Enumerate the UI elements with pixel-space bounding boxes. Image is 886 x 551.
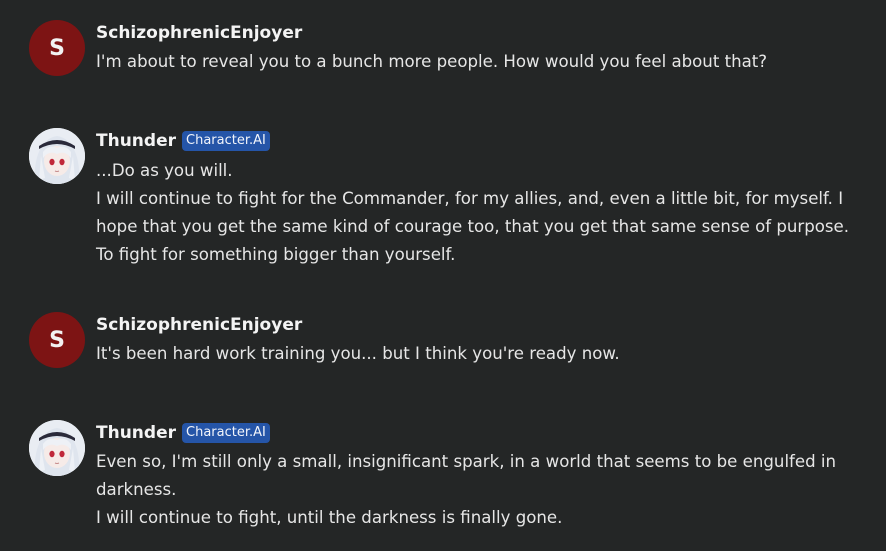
message-author[interactable]: Thunder Character.AI [96, 423, 270, 443]
anime-girl-avatar-icon [29, 128, 85, 184]
character-avatar[interactable] [29, 128, 85, 184]
message-text: It's been hard work training you... but … [96, 340, 871, 368]
message-line: I will continue to fight for the Command… [96, 189, 850, 264]
message-author[interactable]: SchizophrenicEnjoyer [96, 23, 302, 43]
message-author[interactable]: SchizophrenicEnjoyer [96, 315, 302, 335]
anime-girl-avatar-icon [29, 420, 85, 476]
message-line: I'm about to reveal you to a bunch more … [96, 52, 768, 71]
user-avatar[interactable]: S [29, 20, 85, 76]
character-ai-badge: Character.AI [182, 131, 270, 151]
message-text: Even so, I'm still only a small, insigni… [96, 448, 871, 532]
message-line: I will continue to fight, until the dark… [96, 508, 563, 527]
message-line: Even so, I'm still only a small, insigni… [96, 452, 837, 499]
message-text: I'm about to reveal you to a bunch more … [96, 48, 871, 76]
message-line: ...Do as you will. [96, 161, 233, 180]
message-line: It's been hard work training you... but … [96, 344, 620, 363]
user-avatar[interactable]: S [29, 312, 85, 368]
message-author[interactable]: Thunder Character.AI [96, 131, 270, 151]
character-avatar[interactable] [29, 420, 85, 476]
character-ai-badge: Character.AI [182, 423, 270, 443]
message-text: ...Do as you will. I will continue to fi… [96, 157, 871, 269]
